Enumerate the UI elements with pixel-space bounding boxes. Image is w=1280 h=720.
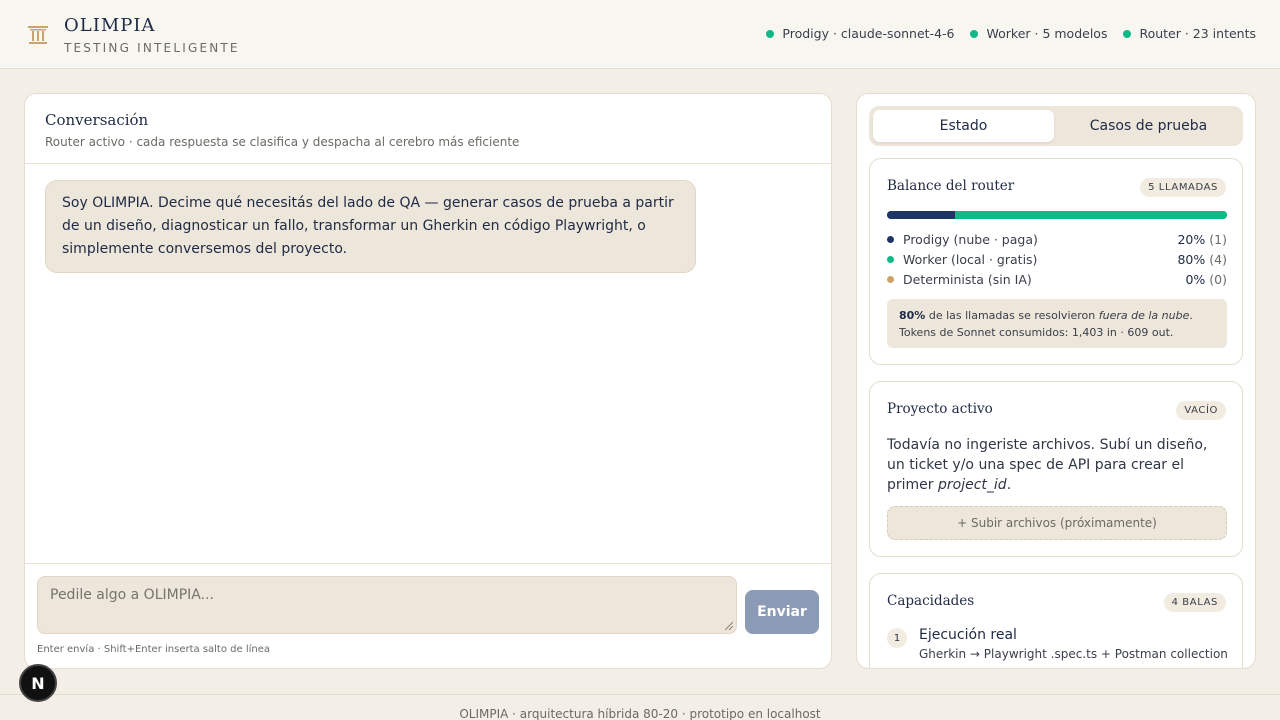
capabilities-card: Capacidades 4 BALAS 1 Ejecución real Ghe… <box>869 573 1243 668</box>
send-button[interactable]: Enviar <box>745 590 819 634</box>
status-worker: Worker · 5 modelos <box>970 26 1107 41</box>
bar-segment-prodigy <box>887 211 955 219</box>
capability-number: 1 <box>887 628 907 648</box>
legend-row-determinista: Determinista (sin IA) 0% (0) <box>887 270 1227 288</box>
temple-icon <box>28 26 48 44</box>
conversation-subtitle: Router activo · cada respuesta se clasif… <box>45 135 520 149</box>
offcloud-percent: 80% <box>899 309 926 322</box>
legend-row-worker: Worker (local · gratis) 80% (4) <box>887 250 1227 268</box>
calls-badge: 5 LLAMADAS <box>1140 178 1226 197</box>
router-balance-title: Balance del router <box>887 178 1015 194</box>
upload-files-button[interactable]: + Subir archivos (próximamente) <box>887 506 1227 540</box>
status-router: Router · 23 intents <box>1123 26 1256 41</box>
bar-segment-worker <box>955 211 1227 219</box>
message-input[interactable]: Pedile algo a OLIMPIA... <box>37 576 737 634</box>
active-project-card: Proyecto activo VACÍO Todavía no ingeris… <box>869 381 1243 557</box>
legend-percent: 20% <box>1177 231 1206 247</box>
capability-title: Ejecución real <box>919 627 1017 643</box>
status-dot-icon <box>1123 29 1132 38</box>
project-text: Todavía no ingeriste archivos. Subí un d… <box>887 437 1208 493</box>
legend-label: Worker (local · gratis) <box>903 251 1038 267</box>
legend-count: (1) <box>1209 231 1227 247</box>
status-label: Worker · 5 modelos <box>986 26 1108 41</box>
project-empty-text: Todavía no ingeriste archivos. Subí un d… <box>887 435 1227 495</box>
tab-casos-de-prueba[interactable]: Casos de prueba <box>1058 110 1239 142</box>
router-balance-card: Balance del router 5 LLAMADAS Prodigy (n… <box>869 158 1243 365</box>
legend-percent: 80% <box>1177 251 1206 267</box>
status-prodigy: Prodigy · claude-sonnet-4-6 <box>766 26 954 41</box>
legend-label: Prodigy (nube · paga) <box>903 231 1038 247</box>
legend-dot-icon <box>887 275 894 283</box>
status-list: Prodigy · claude-sonnet-4-6 Worker · 5 m… <box>766 26 1256 41</box>
conversation-panel: Conversación Router activo · cada respue… <box>24 93 832 669</box>
offcloud-text: de las llamadas se resolvieron <box>925 309 1099 322</box>
app-header: OLIMPIA TESTING INTELIGENTE Prodigy · cl… <box>0 0 1280 69</box>
composer: Pedile algo a OLIMPIA... Enviar Enter en… <box>25 563 831 668</box>
resize-grip-icon[interactable] <box>725 622 733 630</box>
project-id-term: project_id <box>938 477 1007 493</box>
app-footer: OLIMPIA · arquitectura híbrida 80-20 · p… <box>0 694 1280 720</box>
status-dot-icon <box>766 29 775 38</box>
sidebar-tabs: Estado Casos de prueba <box>869 106 1243 146</box>
offcloud-end: . <box>1189 309 1193 322</box>
capabilities-badge: 4 BALAS <box>1163 593 1226 612</box>
brand-name: OLIMPIA <box>64 15 156 36</box>
legend-dot-icon <box>887 255 894 263</box>
capability-description: Gherkin → Playwright .spec.ts + Postman … <box>919 647 1228 661</box>
legend-count: (0) <box>1209 271 1227 287</box>
legend-count: (4) <box>1209 251 1227 267</box>
legend-row-prodigy: Prodigy (nube · paga) 20% (1) <box>887 230 1227 248</box>
footer-text: OLIMPIA · arquitectura híbrida 80-20 · p… <box>459 707 821 720</box>
offcloud-emphasis: fuera de la nube <box>1098 309 1190 322</box>
status-label: Router · 23 intents <box>1139 26 1256 41</box>
tab-estado[interactable]: Estado <box>873 110 1054 142</box>
capabilities-title: Capacidades <box>887 593 975 609</box>
status-label: Prodigy · claude-sonnet-4-6 <box>782 26 955 41</box>
assistant-message: Soy OLIMPIA. Decime qué necesitás del la… <box>45 180 696 273</box>
offcloud-summary: 80% de las llamadas se resolvieron fuera… <box>899 307 1215 324</box>
dev-tools-badge[interactable]: N <box>19 664 57 702</box>
conversation-header: Conversación Router activo · cada respue… <box>25 94 831 164</box>
router-note: 80% de las llamadas se resolvieron fuera… <box>887 299 1227 348</box>
status-dot-icon <box>970 29 979 38</box>
project-text-end: . <box>1006 477 1012 493</box>
project-status-badge: VACÍO <box>1176 401 1226 420</box>
input-hint: Enter envía · Shift+Enter inserta salto … <box>37 644 271 655</box>
status-sidebar: Estado Casos de prueba Balance del route… <box>856 93 1256 669</box>
router-balance-bar <box>887 211 1227 219</box>
active-project-title: Proyecto activo <box>887 401 993 417</box>
legend-label: Determinista (sin IA) <box>903 271 1032 287</box>
legend-dot-icon <box>887 235 894 243</box>
conversation-title: Conversación <box>45 111 149 129</box>
brand-tagline: TESTING INTELIGENTE <box>64 41 240 55</box>
message-input-placeholder: Pedile algo a OLIMPIA... <box>50 587 214 603</box>
token-usage: Tokens de Sonnet consumidos: 1,403 in · … <box>899 326 1174 339</box>
legend-percent: 0% <box>1185 271 1206 287</box>
